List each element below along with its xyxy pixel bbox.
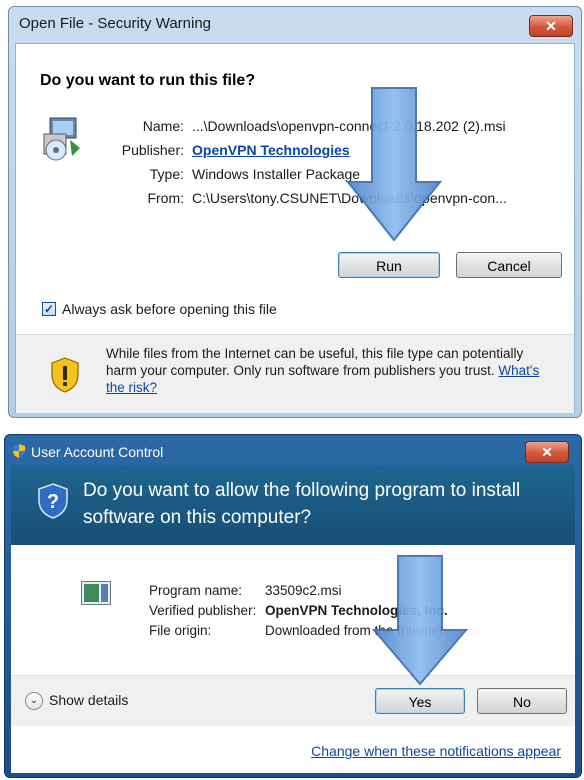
program-icon <box>81 581 111 605</box>
uac-question: Do you want to allow the following progr… <box>83 480 521 528</box>
warning-footer: While files from the Internet can be use… <box>16 334 574 413</box>
program-name-value: 33509c2.msi <box>265 583 342 598</box>
uac-dialog: User Account Control ✕ ? Do you want to … <box>4 434 582 778</box>
uac-button-bar: ⌄ Show details Yes No <box>11 675 575 726</box>
no-button[interactable]: No <box>477 688 567 714</box>
publisher-link[interactable]: OpenVPN Technologies <box>192 142 350 158</box>
security-warning-dialog: Open File - Security Warning ✕ Do you wa… <box>8 6 582 418</box>
file-type: Windows Installer Package <box>192 166 361 182</box>
warning-text: While files from the Internet can be use… <box>106 345 546 396</box>
svg-text:?: ? <box>47 491 59 513</box>
always-ask-label: Always ask before opening this file <box>62 301 277 317</box>
dialog-title: Open File - Security Warning <box>19 15 212 32</box>
uac-content: Program name: 33509c2.msi Verified publi… <box>11 545 575 773</box>
arrow-pointer-icon <box>372 555 468 686</box>
file-origin-label: File origin: <box>149 623 212 638</box>
warning-message: While files from the Internet can be use… <box>106 346 524 378</box>
uac-title: User Account Control <box>31 444 164 460</box>
from-label: From: <box>147 190 184 206</box>
change-notifications-link[interactable]: Change when these notifications appear <box>311 743 561 759</box>
verified-publisher-label: Verified publisher: <box>149 603 257 618</box>
dialog-content: Do you want to run this file? Name: ...\… <box>15 43 575 413</box>
cancel-button[interactable]: Cancel <box>456 252 562 278</box>
question-shield-icon: ? <box>38 483 68 519</box>
run-button[interactable]: Run <box>338 252 440 278</box>
uac-shield-icon <box>13 444 25 458</box>
close-button[interactable]: ✕ <box>529 15 573 37</box>
show-details-button[interactable]: Show details <box>49 692 128 708</box>
chevron-down-icon[interactable]: ⌄ <box>25 692 43 710</box>
publisher-label: Publisher: <box>121 142 184 158</box>
close-button[interactable]: ✕ <box>525 441 569 463</box>
program-name-label: Program name: <box>149 583 243 598</box>
arrow-pointer-icon <box>346 87 442 242</box>
yes-button[interactable]: Yes <box>375 688 465 714</box>
type-label: Type: <box>149 166 184 182</box>
name-label: Name: <box>142 118 184 134</box>
uac-header: ? Do you want to allow the following pro… <box>11 465 575 545</box>
always-ask-checkbox[interactable]: ✓ <box>42 302 56 316</box>
run-question: Do you want to run this file? <box>40 72 256 89</box>
warning-shield-icon <box>51 357 79 393</box>
